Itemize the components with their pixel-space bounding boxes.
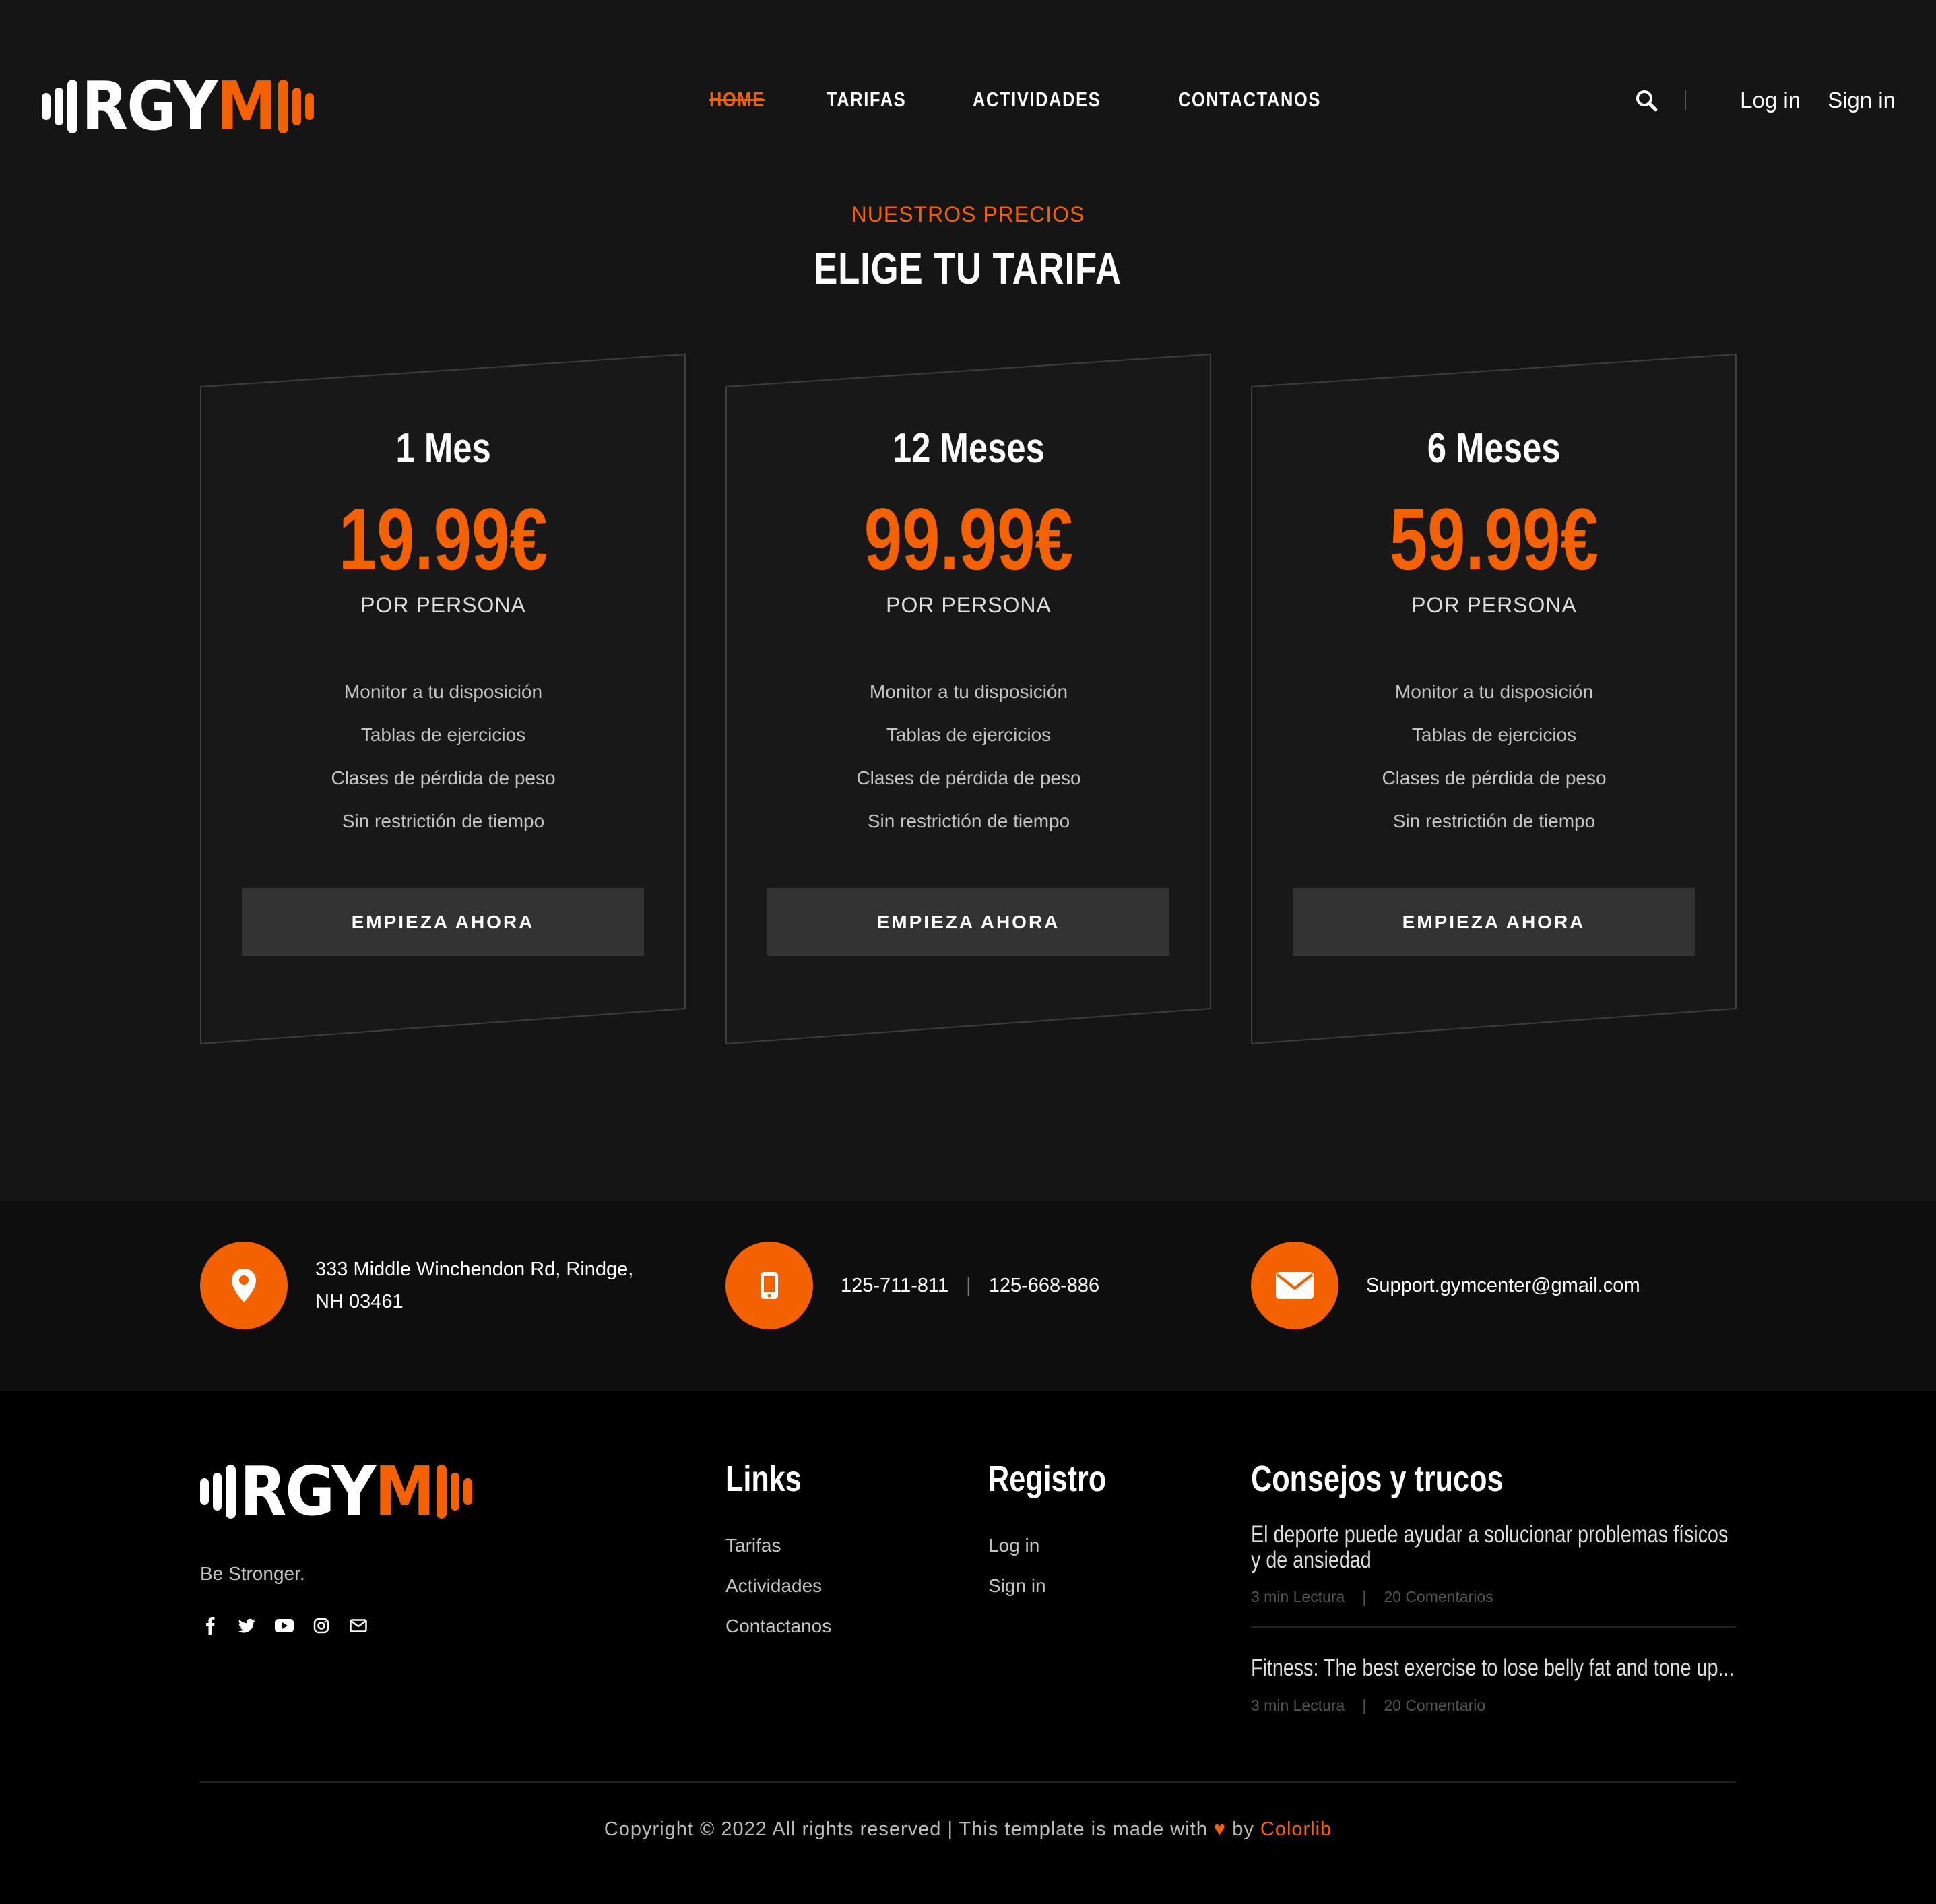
plan-features: Monitor a tu disposición Tablas de ejerc… (1251, 670, 1737, 843)
phone-number-2[interactable]: 125-668-886 (989, 1275, 1099, 1296)
main-nav: Home Tarifas Actividades Contactanos (709, 88, 1402, 112)
email-address[interactable]: Support.gymcenter@gmail.com (1366, 1269, 1640, 1302)
header-divider (1685, 90, 1687, 110)
plan-name: 6 Meses (1427, 425, 1561, 472)
plan-price: 99.99€ (864, 490, 1074, 588)
plan-per: POR PERSONA (360, 593, 526, 617)
plan-feature: Monitor a tu disposición (344, 681, 543, 702)
plan-price: 19.99€ (338, 490, 548, 588)
map-pin-icon (200, 1242, 288, 1329)
signin-link[interactable]: Sign in (1828, 88, 1896, 113)
instagram-icon[interactable] (311, 1616, 331, 1636)
footer-signin-link[interactable]: Sign in (988, 1566, 1046, 1606)
footer-link-tarifas[interactable]: Tarifas (725, 1525, 831, 1566)
address-line-1: 333 Middle Winchendon Rd, Rindge, (315, 1259, 634, 1280)
plan-per: POR PERSONA (1411, 593, 1577, 617)
start-now-button[interactable]: EMPIEZA AHORA (767, 888, 1169, 956)
plan-feature: Monitor a tu disposición (1394, 681, 1594, 702)
header-actions: Log in Sign in (1635, 88, 1896, 113)
logo[interactable]: RGYM (42, 73, 318, 140)
contact-address: 333 Middle Winchendon Rd, Rindge, NH 034… (200, 1242, 633, 1329)
plan-feature: Sin restrictión de tiempo (1392, 811, 1596, 831)
youtube-icon[interactable] (274, 1616, 294, 1636)
start-now-button[interactable]: EMPIEZA AHORA (1293, 888, 1695, 956)
tip-title[interactable]: Fitness: The best exercise to lose belly… (1251, 1655, 1736, 1681)
tips-heading: Consejos y trucos (1251, 1459, 1504, 1499)
search-icon[interactable] (1635, 89, 1658, 112)
plan-feature: Tablas de ejercicios (1411, 724, 1577, 745)
tip-meta: 3 min Lectura | 20 Comentario (1251, 1696, 1486, 1714)
tip-meta: 3 min Lectura | 20 Comentarios (1251, 1588, 1493, 1606)
plan-feature: Clases de pérdida de peso (856, 767, 1081, 788)
footer: RGYM Be Stronger. Links Tarifas Activida… (0, 1391, 1936, 1904)
colorlib-link[interactable]: Colorlib (1260, 1818, 1332, 1840)
nav-tarifas[interactable]: Tarifas (827, 88, 906, 112)
plan-per: POR PERSONA (886, 593, 1052, 617)
plan-feature: Tablas de ejercicios (886, 724, 1052, 745)
plan-features: Monitor a tu disposición Tablas de ejerc… (725, 670, 1212, 843)
copyright: Copyright © 2022 All rights reserved | T… (604, 1818, 1332, 1840)
plan-feature: Monitor a tu disposición (869, 681, 1068, 702)
plan-name: 1 Mes (395, 425, 491, 472)
phone-number-1[interactable]: 125-711-811 (841, 1275, 948, 1296)
footer-tagline: Be Stronger. (200, 1563, 305, 1584)
envelope-icon (1251, 1242, 1338, 1329)
footer-login-link[interactable]: Log in (988, 1525, 1046, 1566)
plan-feature: Tablas de ejercicios (360, 724, 526, 745)
login-link[interactable]: Log in (1740, 88, 1801, 113)
contact-bar: 333 Middle Winchendon Rd, Rindge, NH 034… (0, 1201, 1936, 1391)
contact-phone: 125-711-811 | 125-668-886 (725, 1242, 1099, 1329)
registro-heading: Registro (988, 1459, 1107, 1499)
facebook-icon[interactable] (200, 1616, 220, 1636)
footer-logo[interactable]: RGYM (200, 1458, 476, 1525)
nav-home[interactable]: Home (709, 88, 765, 112)
tip-divider (1251, 1626, 1736, 1628)
address-line-2: NH 03461 (315, 1291, 404, 1312)
pricing-card: 6 Meses 59.99€ POR PERSONA Monitor a tu … (1251, 350, 1737, 1044)
mail-icon[interactable] (348, 1616, 368, 1636)
plan-feature: Clases de pérdida de peso (1382, 767, 1607, 788)
plan-feature: Sin restrictión de tiempo (342, 811, 545, 831)
start-now-button[interactable]: EMPIEZA AHORA (242, 888, 644, 956)
footer-link-actividades[interactable]: Actividades (725, 1566, 831, 1606)
nav-contactanos[interactable]: Contactanos (1178, 88, 1321, 112)
heart-icon: ♥ (1213, 1818, 1227, 1840)
plan-features: Monitor a tu disposición Tablas de ejerc… (200, 670, 686, 843)
footer-registro: Log in Sign in (988, 1525, 1046, 1606)
section-title: ELIGE TU TARIFA (814, 243, 1122, 293)
plan-feature: Sin restrictión de tiempo (867, 811, 1070, 831)
nav-actividades[interactable]: Actividades (973, 88, 1101, 112)
twitter-icon[interactable] (237, 1616, 257, 1636)
footer-divider (200, 1781, 1736, 1783)
pricing-card: 12 Meses 99.99€ POR PERSONA Monitor a tu… (725, 350, 1212, 1044)
social-links (200, 1616, 385, 1636)
footer-links: Tarifas Actividades Contactanos (725, 1525, 831, 1647)
header: RGYM Home Tarifas Actividades Contactano… (0, 0, 1936, 168)
contact-email: Support.gymcenter@gmail.com (1251, 1242, 1640, 1329)
phone-separator: | (966, 1275, 971, 1296)
plan-name: 12 Meses (892, 425, 1045, 472)
mobile-phone-icon (725, 1242, 813, 1329)
section-subtitle: NUESTROS PRECIOS (851, 202, 1085, 226)
plan-price: 59.99€ (1389, 490, 1599, 588)
plan-feature: Clases de pérdida de peso (331, 767, 556, 788)
pricing-card: 1 Mes 19.99€ POR PERSONA Monitor a tu di… (200, 350, 686, 1044)
tip-title[interactable]: El deporte puede ayudar a solucionar pro… (1251, 1522, 1736, 1573)
links-heading: Links (725, 1459, 802, 1499)
footer-link-contactanos[interactable]: Contactanos (725, 1606, 831, 1647)
